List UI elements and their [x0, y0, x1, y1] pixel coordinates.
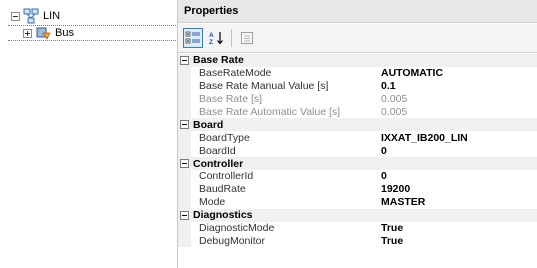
collapse-icon[interactable]: [180, 210, 189, 220]
tree-node-lin[interactable]: LIN: [0, 8, 176, 24]
property-name: ControllerId: [199, 170, 254, 183]
row-gutter: [178, 79, 191, 93]
row-gutter: [178, 105, 191, 119]
row-gutter: [178, 170, 191, 183]
property-name: Base Rate Manual Value [s]: [199, 80, 329, 93]
category-base-rate[interactable]: Base Rate: [178, 54, 537, 67]
collapse-icon[interactable]: [180, 159, 189, 169]
property-name: BoardId: [199, 144, 236, 157]
property-row[interactable]: DebugMonitor True: [178, 234, 537, 248]
property-name: Base Rate Automatic Value [s]: [199, 106, 341, 118]
property-pages-icon: [241, 32, 253, 44]
property-row[interactable]: Base Rate Manual Value [s] 0.1: [178, 79, 537, 93]
row-gutter: [178, 131, 191, 145]
property-value[interactable]: True: [381, 222, 537, 234]
expand-icon[interactable]: [23, 28, 32, 38]
category-label: Diagnostics: [193, 209, 253, 222]
tree-view[interactable]: LIN Bus: [0, 0, 178, 268]
category-diagnostics[interactable]: Diagnostics: [178, 208, 537, 222]
property-pages-button[interactable]: [237, 28, 257, 48]
alphabetical-button[interactable]: A Z: [206, 28, 226, 48]
property-value[interactable]: 0: [381, 145, 537, 157]
tree-node-bus[interactable]: Bus: [8, 25, 176, 41]
category-label: Board: [193, 118, 224, 131]
property-value[interactable]: MASTER: [381, 196, 537, 208]
property-row[interactable]: Base Rate Automatic Value [s] 0.005: [178, 105, 537, 119]
properties-title: Properties: [178, 0, 537, 23]
property-name: BaseRateMode: [199, 67, 272, 80]
property-name: Mode: [199, 196, 226, 209]
category-board[interactable]: Board: [178, 118, 537, 132]
categorized-button[interactable]: [183, 28, 203, 48]
property-row[interactable]: Base Rate [s] 0.005: [178, 92, 537, 106]
properties-pane: Properties A Z Base Rate BaseRateMode AU…: [178, 0, 537, 268]
row-gutter: [178, 195, 191, 209]
property-grid[interactable]: Base Rate BaseRateMode AUTOMATIC Base Ra…: [178, 54, 537, 248]
property-value[interactable]: 0.1: [381, 80, 537, 92]
property-row[interactable]: Mode MASTER: [178, 195, 537, 209]
category-label: Base Rate: [193, 54, 244, 67]
property-value: 0.005: [381, 106, 408, 118]
property-value[interactable]: IXXAT_IB200_LIN: [381, 132, 537, 144]
property-name: BoardType: [199, 131, 250, 144]
toolbar-separator: [231, 29, 232, 47]
properties-toolbar: A Z: [178, 24, 537, 53]
collapse-icon[interactable]: [11, 11, 20, 21]
tree-node-label: LIN: [43, 10, 61, 22]
row-gutter: [178, 182, 191, 196]
property-value: 0.005: [381, 93, 408, 106]
row-gutter: [178, 66, 191, 80]
categorized-icon: [185, 31, 200, 44]
property-value[interactable]: 0: [381, 170, 537, 182]
property-name: DiagnosticMode: [199, 222, 275, 235]
svg-text:A: A: [209, 32, 214, 39]
svg-text:Z: Z: [209, 39, 213, 46]
row-gutter: [178, 92, 191, 106]
collapse-icon[interactable]: [180, 55, 189, 65]
property-value[interactable]: AUTOMATIC: [381, 67, 537, 79]
property-row[interactable]: BoardType IXXAT_IB200_LIN: [178, 131, 537, 145]
app-root: LIN Bus Properties A Z Base Rate BaseRat…: [0, 0, 537, 268]
property-row[interactable]: DiagnosticMode True: [178, 221, 537, 235]
property-row[interactable]: BaudRate 19200: [178, 182, 537, 196]
tree-node-label: Bus: [55, 27, 74, 39]
category-label: Controller: [193, 157, 244, 170]
property-row[interactable]: ControllerId 0: [178, 170, 537, 183]
property-name: Base Rate [s]: [199, 93, 263, 106]
property-name: DebugMonitor: [199, 234, 265, 247]
row-gutter: [178, 234, 191, 248]
property-value[interactable]: 19200: [381, 183, 537, 195]
category-controller[interactable]: Controller: [178, 157, 537, 171]
property-name: BaudRate: [199, 183, 246, 196]
collapse-icon[interactable]: [180, 120, 189, 130]
row-gutter: [178, 221, 191, 235]
property-row[interactable]: BoardId 0: [178, 144, 537, 158]
alphabetical-icon: A Z: [209, 32, 223, 46]
property-value[interactable]: True: [381, 235, 537, 247]
row-gutter: [178, 144, 191, 158]
network-icon: [23, 8, 39, 24]
property-row[interactable]: BaseRateMode AUTOMATIC: [178, 66, 537, 80]
bus-icon: [36, 27, 51, 40]
